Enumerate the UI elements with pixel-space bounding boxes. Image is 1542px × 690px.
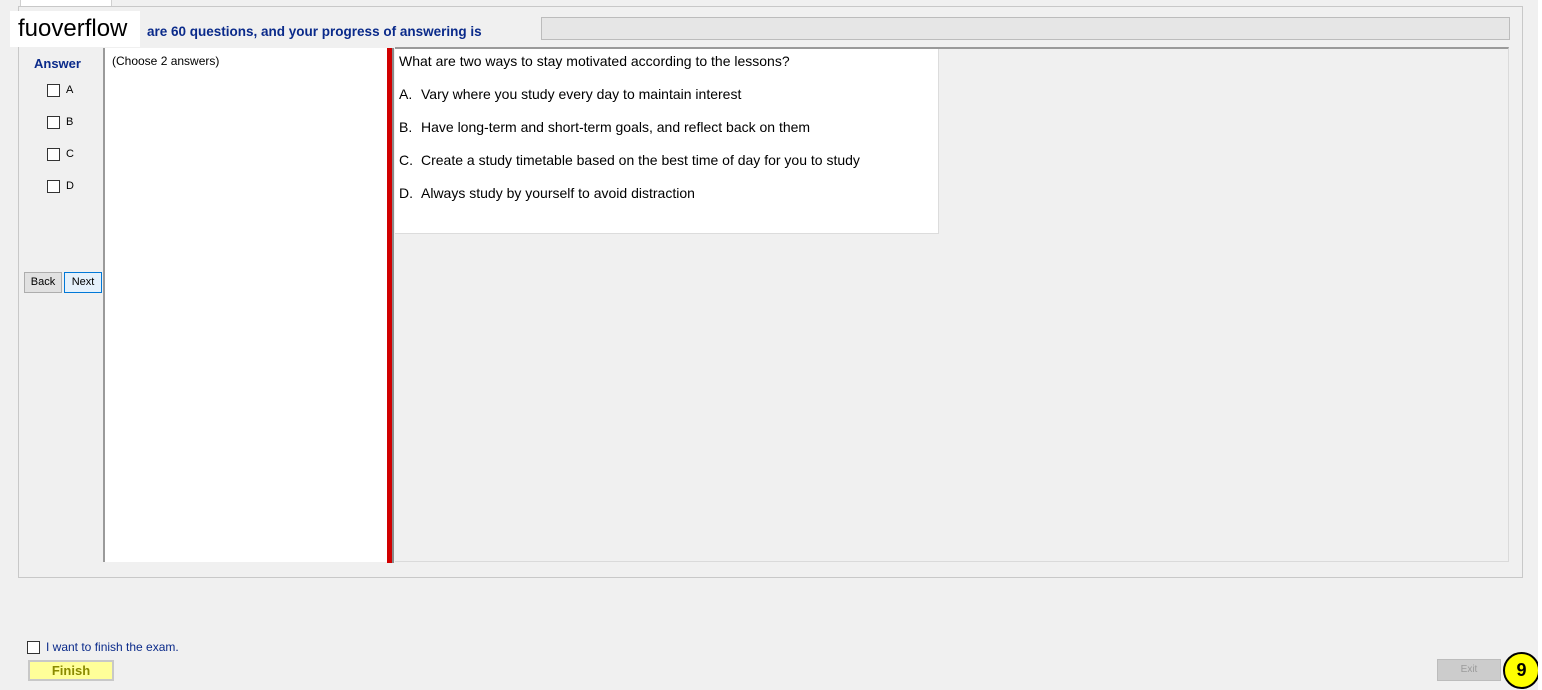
back-button[interactable]: Back [24,272,62,293]
choice-text-d: Always study by yourself to avoid distra… [421,185,695,201]
watermark-label: fuoverflow [10,11,140,47]
choice-c: C. Create a study timetable based on the … [399,152,860,168]
exit-button[interactable]: Exit [1437,659,1501,681]
progress-text: are 60 questions, and your progress of a… [147,24,482,39]
choice-letter-d: D. [399,185,413,201]
choice-letter-b: B. [399,119,413,135]
question-number-badge: 9 [1503,652,1540,689]
choice-letter-a: A. [399,86,413,102]
choice-d: D. Always study by yourself to avoid dist… [399,185,695,201]
finish-exam-option[interactable]: I want to finish the exam. [27,640,179,654]
answer-checkbox-a[interactable] [47,83,60,97]
choice-text-c: Create a study timetable based on the be… [421,152,860,168]
question-box: What are two ways to stay motivated acco… [395,49,939,234]
answer-checkbox-b[interactable] [47,115,60,129]
instruction-panel: (Choose 2 answers) [103,48,387,562]
answer-checkbox-c[interactable] [47,147,60,161]
choice-a: A. Vary where you study every day to main… [399,86,741,102]
answer-option-b[interactable]: B [47,115,73,129]
next-button[interactable]: Next [64,272,102,293]
finish-exam-label: I want to finish the exam. [46,640,179,654]
question-area: What are two ways to stay motivated acco… [395,47,1509,562]
answer-label-d: D [66,180,74,192]
answer-label-a: A [66,84,74,96]
choice-b: B. Have long-term and short-term goals, a… [399,119,810,135]
answer-checkbox-d[interactable] [47,179,60,193]
instruction-text: (Choose 2 answers) [112,54,220,68]
panel-splitter[interactable] [387,48,394,563]
choice-text-b: Have long-term and short-term goals, and… [421,119,811,135]
finish-exam-checkbox[interactable] [27,640,40,654]
choice-letter-c: C. [399,152,413,168]
answer-option-d[interactable]: D [47,179,74,193]
progress-bar [541,17,1510,40]
choice-text-a: Vary where you study every day to mainta… [421,86,742,102]
window-edge [1538,0,1542,690]
answer-title: Answer [34,56,81,71]
answer-label-c: C [66,148,74,160]
answer-option-c[interactable]: C [47,147,74,161]
answer-option-a[interactable]: A [47,83,73,97]
question-text: What are two ways to stay motivated acco… [399,53,790,69]
finish-button[interactable]: Finish [28,660,114,681]
answer-label-b: B [66,116,74,128]
